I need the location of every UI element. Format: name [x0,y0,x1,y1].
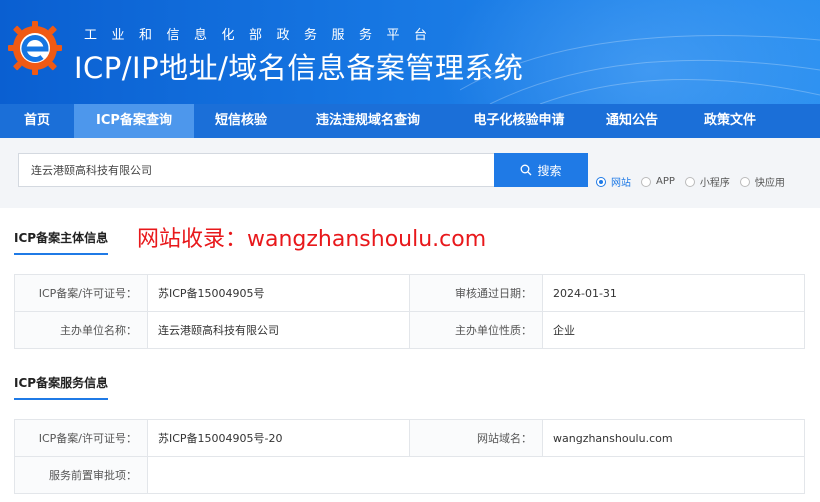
field-label: 网站域名： [409,419,543,457]
service-license-value: 苏ICP备15004905号-20 [147,419,410,457]
nav-illegal-domain-query[interactable]: 违法违规域名查询 [288,104,448,138]
search-icon [521,164,532,176]
radio-dot-icon [684,176,695,187]
search-input[interactable] [18,153,495,187]
nav-icp-query[interactable]: ICP备案查询 [74,104,194,138]
nav-policy-docs[interactable]: 政策文件 [674,104,786,138]
search-bar: 搜索 网站 APP 小程序 快应用 [0,138,820,202]
search-button-label: 搜索 [537,163,562,178]
result-panel: ICP备案主体信息 网站收录：wangzhanshoulu.com ICP备案/… [0,208,820,502]
field-label: 主办单位名称： [14,311,148,349]
search-button[interactable]: 搜索 [494,153,588,187]
pre-approval-value [147,456,805,494]
field-label: 主办单位性质： [409,311,543,349]
nav-notices[interactable]: 通知公告 [590,104,674,138]
service-section-title: ICP备案服务信息 [14,374,109,400]
radio-mini-program[interactable]: 小程序 [684,174,730,189]
organizer-type-value: 企业 [542,311,805,349]
organizer-name-value: 连云港颐高科技有限公司 [147,311,410,349]
field-label: ICP备案/许可证号： [14,274,148,312]
radio-app[interactable]: APP [641,174,675,189]
subject-section-title: ICP备案主体信息 [14,229,109,255]
nav-home[interactable]: 首页 [0,104,74,138]
field-label: 审核通过日期： [409,274,543,312]
domain-value: wangzhanshoulu.com [542,419,805,457]
service-info-table: ICP备案/许可证号： 苏ICP备15004905号-20 网站域名： wang… [14,419,805,494]
radio-dot-icon [739,176,750,187]
emblem-logo-icon [8,21,62,75]
radio-label: 小程序 [699,178,730,189]
radio-label: APP [656,176,675,187]
nav-sms-verify[interactable]: 短信核验 [194,104,288,138]
main-nav: 首页 ICP备案查询 短信核验 违法违规域名查询 电子化核验申请 通知公告 政策… [0,104,820,138]
system-title: ICP/IP地址/域名信息备案管理系统 [74,51,524,85]
radio-label: 网站 [611,178,631,189]
radio-website[interactable]: 网站 [596,174,631,189]
radio-quick-app[interactable]: 快应用 [739,174,785,189]
radio-label: 快应用 [754,178,785,189]
field-label: ICP备案/许可证号： [14,419,148,457]
radio-dot-icon [596,176,606,187]
nav-e-verify-apply[interactable]: 电子化核验申请 [448,104,590,138]
field-label: 服务前置审批项： [14,456,148,494]
watermark-text: 网站收录：wangzhanshoulu.com [137,227,487,252]
table-row: ICP备案/许可证号： 苏ICP备15004905号-20 网站域名： wang… [14,419,805,457]
platform-subtitle: 工业和信息化部政务服务平台 [84,28,442,43]
radio-dot-icon [641,176,651,187]
site-header: 工业和信息化部政务服务平台 ICP/IP地址/域名信息备案管理系统 [0,0,820,104]
subject-info-table: ICP备案/许可证号： 苏ICP备15004905号 审核通过日期： 2024-… [14,274,805,349]
table-row: 服务前置审批项： [14,456,805,494]
approval-date-value: 2024-01-31 [542,274,805,312]
table-row: ICP备案/许可证号： 苏ICP备15004905号 审核通过日期： 2024-… [14,274,805,312]
table-row: 主办单位名称： 连云港颐高科技有限公司 主办单位性质： 企业 [14,311,805,349]
search-type-radios: 网站 APP 小程序 快应用 [596,174,785,189]
license-number-value: 苏ICP备15004905号 [147,274,410,312]
